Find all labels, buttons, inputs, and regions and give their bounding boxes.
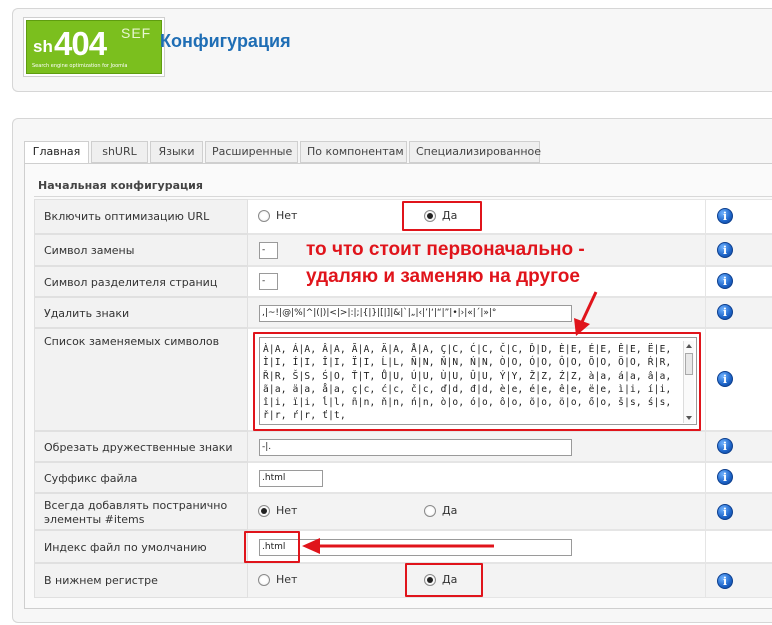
arrow-to-default-index-icon bbox=[302, 538, 494, 554]
annotation-arrows bbox=[302, 291, 598, 554]
arrow-to-replace-list-icon bbox=[574, 291, 598, 336]
